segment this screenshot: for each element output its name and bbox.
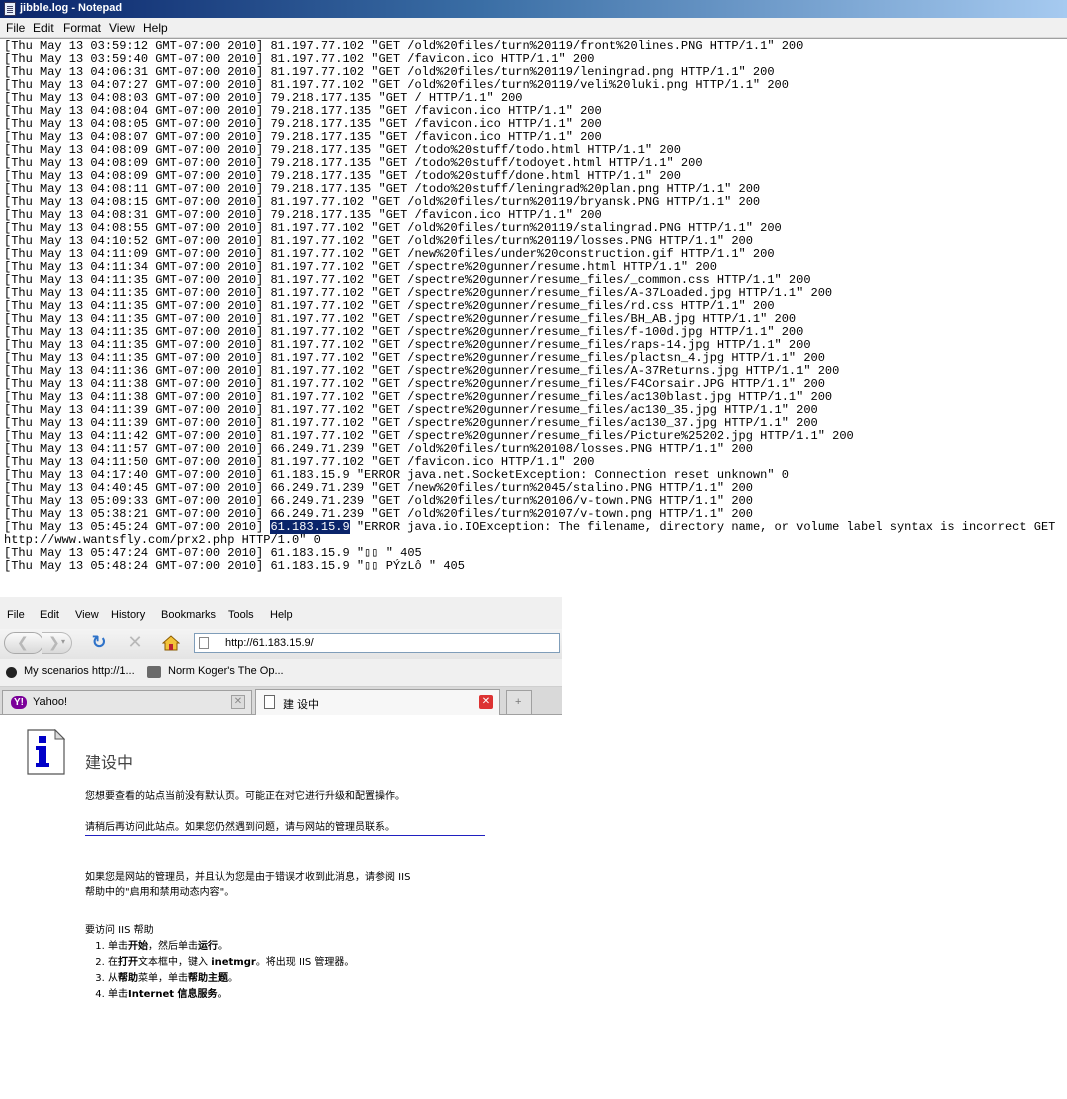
divider	[85, 835, 485, 836]
firefox-window: File Edit View History Bookmarks Tools H…	[0, 597, 562, 1099]
notepad-titlebar[interactable]: jibble.log - Notepad	[0, 0, 1067, 18]
ff-menu-help[interactable]: Help	[270, 609, 293, 621]
ff-menu-edit[interactable]: Edit	[40, 609, 59, 621]
error-line-prefix: [Thu May 13 05:45:24 GMT-07:00 2010]	[4, 520, 271, 534]
info-icon	[27, 729, 65, 775]
log-text: [Thu May 13 03:59:12 GMT-07:00 2010] 81.…	[4, 40, 1062, 573]
list-item: 单击Internet 信息服务。	[108, 987, 354, 1003]
plus-icon: +	[515, 696, 522, 708]
menu-help[interactable]: Help	[143, 21, 168, 35]
log-line: [Thu May 13 05:48:24 GMT-07:00 2010] 61.…	[4, 559, 465, 573]
history-dropdown-icon[interactable]: ▾	[61, 637, 65, 646]
list-item: 从帮助菜单，单击帮助主题。	[108, 971, 354, 987]
paragraph-retry: 请稍后再访问此站点。如果您仍然遇到问题，请与网站的管理员联系。	[85, 822, 395, 833]
bookmark-favicon-icon	[6, 667, 17, 678]
log-line-error: [Thu May 13 05:45:24 GMT-07:00 2010] 61.…	[4, 520, 1062, 547]
tab-strip: Y! Yahoo! ✕ 建 设中 ✕ +	[0, 687, 562, 715]
reload-button[interactable]: ↻	[88, 632, 110, 654]
bookmarks-toolbar: My scenarios http://1... Norm Koger's Th…	[0, 659, 562, 687]
bookmark-norm-koger[interactable]: Norm Koger's The Op...	[168, 665, 284, 677]
page-favicon-icon	[199, 637, 209, 649]
yahoo-icon: Y!	[11, 696, 27, 709]
paragraph-default-page: 您想要查看的站点当前没有默认页。可能正在对它进行升级和配置操作。	[85, 791, 405, 802]
ff-menu-history[interactable]: History	[111, 609, 145, 621]
list-item: 单击开始，然后单击运行。	[108, 939, 354, 955]
menu-view[interactable]: View	[109, 21, 135, 35]
home-icon	[161, 635, 181, 651]
help-heading: 要访问 IIS 帮助	[85, 925, 154, 936]
forward-button[interactable]: ❯ ▾	[42, 632, 72, 654]
bookmark-my-scenarios[interactable]: My scenarios http://1...	[24, 665, 135, 677]
page-icon	[264, 695, 275, 709]
window-title: jibble.log - Notepad	[20, 2, 123, 14]
close-tab-icon[interactable]: ✕	[479, 695, 493, 709]
log-lines: [Thu May 13 03:59:12 GMT-07:00 2010] 81.…	[4, 40, 1062, 521]
notepad-window: jibble.log - Notepad File Edit Format Vi…	[0, 0, 1067, 597]
notepad-text-area[interactable]: [Thu May 13 03:59:12 GMT-07:00 2010] 81.…	[0, 38, 1067, 597]
tab-label: Yahoo!	[33, 696, 68, 708]
ff-menu-view[interactable]: View	[75, 609, 99, 621]
menu-edit[interactable]: Edit	[33, 21, 54, 35]
back-arrow-icon: ❮	[17, 635, 29, 651]
page-content: 建设中 您想要查看的站点当前没有默认页。可能正在对它进行升级和配置操作。 请稍后…	[0, 715, 562, 1099]
new-tab-button[interactable]: +	[506, 690, 532, 714]
navigation-toolbar: ❮ ❯ ▾ ↻ ✕ http://61.183.15.9/	[0, 629, 562, 659]
paragraph-admin-line2: 帮助中的"启用和禁用动态内容"。	[85, 887, 235, 898]
page-title: 建设中	[85, 753, 134, 772]
stop-button[interactable]: ✕	[124, 632, 146, 654]
url-text[interactable]: http://61.183.15.9/	[225, 637, 314, 649]
menu-file[interactable]: File	[6, 21, 25, 35]
firefox-menubar: File Edit View History Bookmarks Tools H…	[0, 597, 562, 629]
paragraph-admin-line1: 如果您是网站的管理员，并且认为您是由于错误才收到此消息，请参阅 IIS	[85, 872, 411, 883]
menu-format[interactable]: Format	[63, 21, 101, 35]
forward-arrow-icon: ❯	[48, 635, 60, 651]
notepad-menubar: File Edit Format View Help	[0, 18, 1067, 38]
stop-icon: ✕	[127, 632, 143, 653]
address-bar[interactable]: http://61.183.15.9/	[194, 633, 560, 653]
back-button[interactable]: ❮	[4, 632, 44, 654]
ff-menu-bookmarks[interactable]: Bookmarks	[161, 609, 216, 621]
tab-label: 建 设中	[283, 699, 320, 711]
tab-active[interactable]: 建 设中 ✕	[255, 689, 500, 715]
notepad-app-icon	[4, 2, 16, 16]
tab-yahoo[interactable]: Y! Yahoo! ✕	[2, 690, 252, 714]
home-button[interactable]	[160, 632, 182, 654]
ff-menu-file[interactable]: File	[7, 609, 25, 621]
reload-icon: ↻	[91, 632, 107, 653]
close-tab-icon[interactable]: ✕	[231, 695, 245, 709]
bookmark-favicon-icon	[147, 666, 161, 678]
selected-ip-text[interactable]: 61.183.15.9	[270, 520, 350, 534]
ff-menu-tools[interactable]: Tools	[228, 609, 254, 621]
help-steps-list: 单击开始，然后单击运行。 在打开文本框中，键入 inetmgr。将出现 IIS …	[92, 939, 354, 1003]
list-item: 在打开文本框中，键入 inetmgr。将出现 IIS 管理器。	[108, 955, 354, 971]
